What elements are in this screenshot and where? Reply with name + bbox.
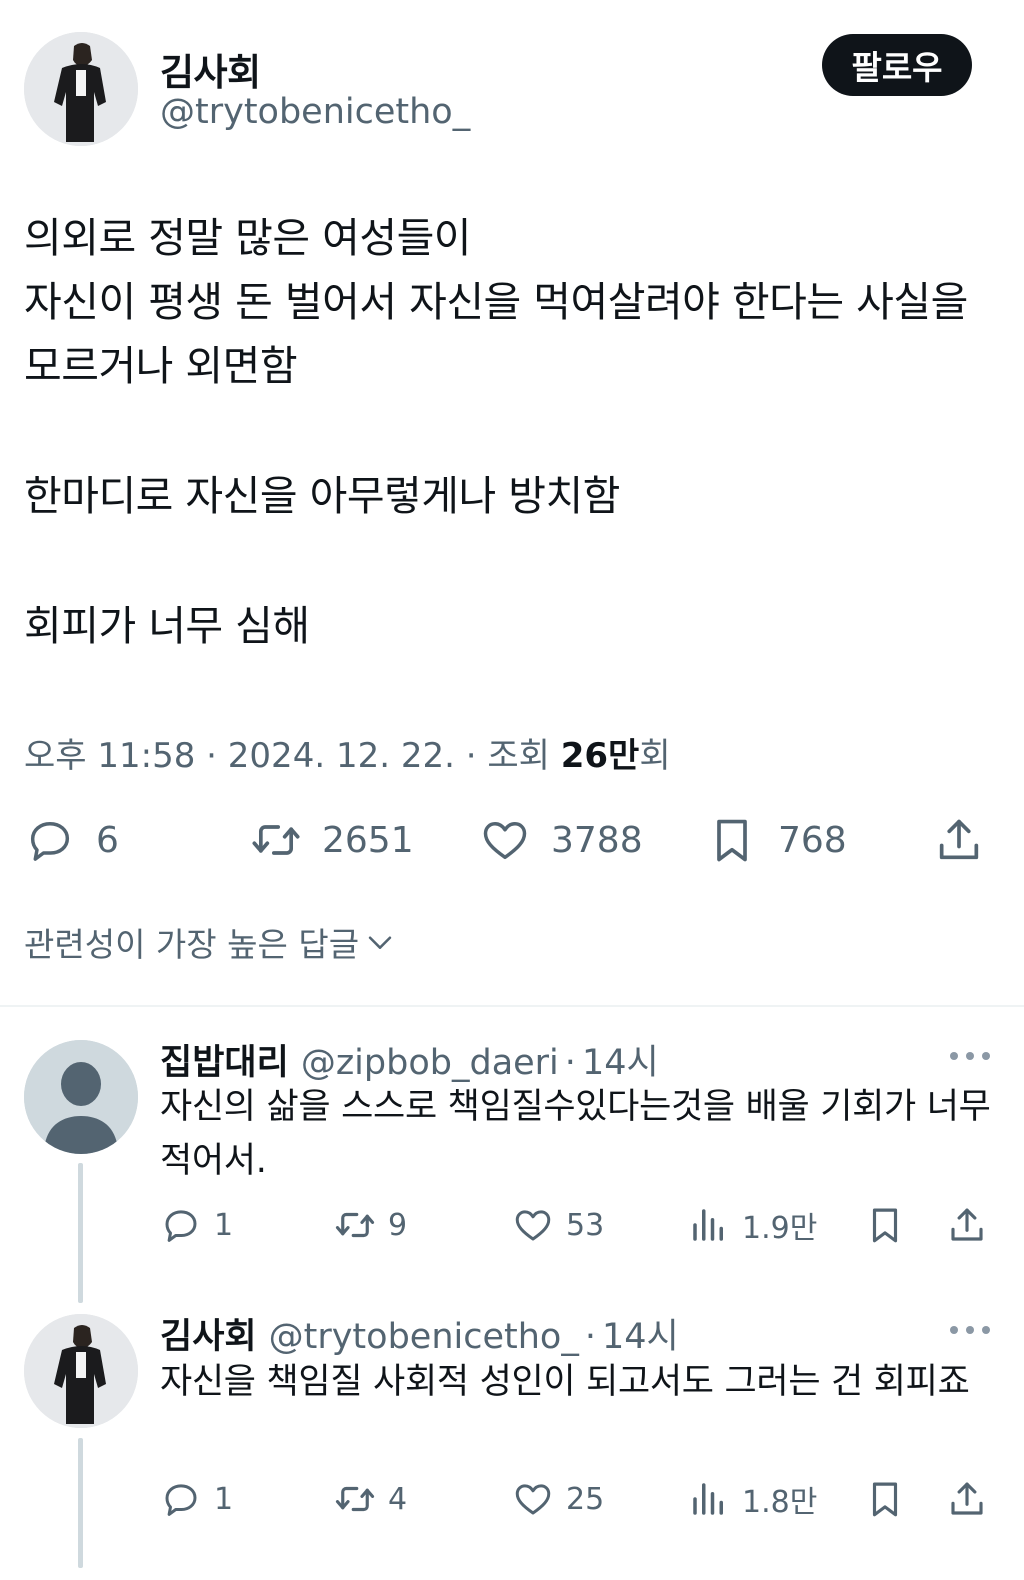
reply-header: 집밥대리 @zipbob_daeri · 14시 [160,1034,659,1085]
tweet-time[interactable]: 오후 11:58 [24,736,195,776]
author-handle[interactable]: @trytobenicetho_ [160,92,470,132]
reply-icon [30,822,70,861]
reply-sort-label: 관련성이 가장 높은 답글 [24,925,360,964]
views-count: 1.9만 [742,1211,818,1246]
like-icon [515,1484,551,1515]
reply-share-button[interactable] [946,1200,988,1250]
retweet-icon [335,1212,375,1238]
like-count: 3788 [551,819,643,861]
tweet-text-blank-line [24,398,1000,464]
reply-bookmark-button[interactable] [864,1474,906,1524]
reply-text: 자신을 책임질 사회적 성인이 되고서도 그러는 건 회피죠 [160,1362,970,1402]
tweet-date[interactable]: 2024. 12. 22. [228,736,455,776]
share-button[interactable] [933,810,985,870]
reply-like-button[interactable]: 53 [512,1200,604,1250]
reply-avatar[interactable] [24,1314,138,1428]
chevron-down-icon [368,936,392,949]
bookmark-count: 768 [778,819,847,861]
reply-author-handle[interactable]: @trytobenicetho_ [269,1317,579,1357]
tweet-text-line: 한마디로 자신을 아무렇게나 방치함 [24,472,620,520]
reply-time[interactable]: 14시 [602,1308,679,1359]
retweet-icon [335,1486,375,1512]
tweet-text-blank-line [24,528,1000,594]
person-photo-icon [24,32,138,146]
bookmark-icon [872,1482,898,1517]
views-label: 조회 [487,736,550,776]
share-icon [951,1482,983,1515]
share-icon [939,819,979,860]
author-avatar[interactable] [24,32,138,146]
retweet-count: 4 [388,1481,408,1517]
bookmark-button[interactable]: 768 [706,810,847,870]
bookmark-icon [872,1208,898,1243]
reply-button[interactable]: 6 [24,810,119,870]
default-avatar-icon [24,1040,138,1154]
reply-reply-button[interactable]: 1 [160,1200,233,1250]
views-count: 26만 [560,736,640,776]
meta-separator: · [206,736,217,776]
reply-count: 1 [214,1481,234,1517]
like-count: 25 [566,1481,605,1517]
reply-retweet-button[interactable]: 9 [334,1200,407,1250]
views-count: 1.8만 [742,1485,818,1520]
reply-author-handle[interactable]: @zipbob_daeri [301,1043,559,1083]
reply-action-bar: 1 9 53 1.9만 [160,1200,1000,1250]
tweet-action-bar: 6 2651 3788 768 [24,810,989,870]
reply-reply-button[interactable]: 1 [160,1474,233,1524]
tweet-text: 의외로 정말 많은 여성들이 자신이 평생 돈 벌어서 자신을 먹여살려야 한다… [24,206,1000,658]
follow-button[interactable]: 팔로우 [822,34,972,96]
reply-count: 6 [96,819,119,861]
reply-avatar[interactable] [24,1040,138,1154]
tweet-text-line: 자신이 평생 돈 벌어서 자신을 먹여살려야 한다는 사실을 [24,278,968,326]
reply-icon [165,1210,197,1242]
reply-author-name[interactable]: 김사회 [160,1308,257,1359]
more-icon[interactable] [948,1046,992,1066]
reply-text: 자신의 삶을 스스로 책임질수있다는것을 배울 기회가 너무 적어서. [160,1087,991,1181]
like-count: 53 [566,1207,605,1243]
views-icon [693,1209,723,1241]
thread-line [78,1438,83,1568]
meta-separator: · [465,736,477,776]
tweet-text-line: 회피가 너무 심해 [24,602,310,650]
tweet-text-line: 의외로 정말 많은 여성들이 [24,214,472,262]
reply-sort-dropdown[interactable]: 관련성이 가장 높은 답글 [24,918,397,966]
retweet-icon [252,825,300,855]
bookmark-icon [717,819,747,862]
share-icon [951,1208,983,1241]
reply-header: 김사회 @trytobenicetho_ · 14시 [160,1308,679,1359]
reply-author-name[interactable]: 집밥대리 [160,1034,289,1085]
like-icon [483,822,527,860]
retweet-count: 9 [388,1207,408,1243]
reply-share-button[interactable] [946,1474,988,1524]
tweet-text-line: 모르거나 외면함 [24,342,298,390]
more-icon[interactable] [948,1320,992,1340]
thread-line [78,1163,83,1303]
reply-separator: · [564,1043,576,1083]
like-button[interactable]: 3788 [479,810,643,870]
reply-time[interactable]: 14시 [582,1034,659,1085]
reply-views-button[interactable]: 1.8만 [688,1474,817,1524]
reply-retweet-button[interactable]: 4 [334,1474,407,1524]
author-name[interactable]: 김사회 [160,42,261,96]
reply-like-button[interactable]: 25 [512,1474,604,1524]
views-icon [693,1483,723,1515]
section-divider [0,1005,1024,1007]
reply-bookmark-button[interactable] [864,1200,906,1250]
reply-separator: · [584,1317,596,1357]
reply-icon [165,1484,197,1516]
retweet-count: 2651 [322,819,414,861]
tweet-meta: 오후 11:58 · 2024. 12. 22. · 조회 26만회 [24,728,671,777]
person-photo-icon [24,1314,138,1428]
views-suffix: 회 [639,736,671,776]
reply-count: 1 [214,1207,234,1243]
reply-views-button[interactable]: 1.9만 [688,1200,817,1250]
reply-action-bar: 1 4 25 1.8만 [160,1474,1000,1524]
retweet-button[interactable]: 2651 [250,810,414,870]
like-icon [515,1210,551,1241]
